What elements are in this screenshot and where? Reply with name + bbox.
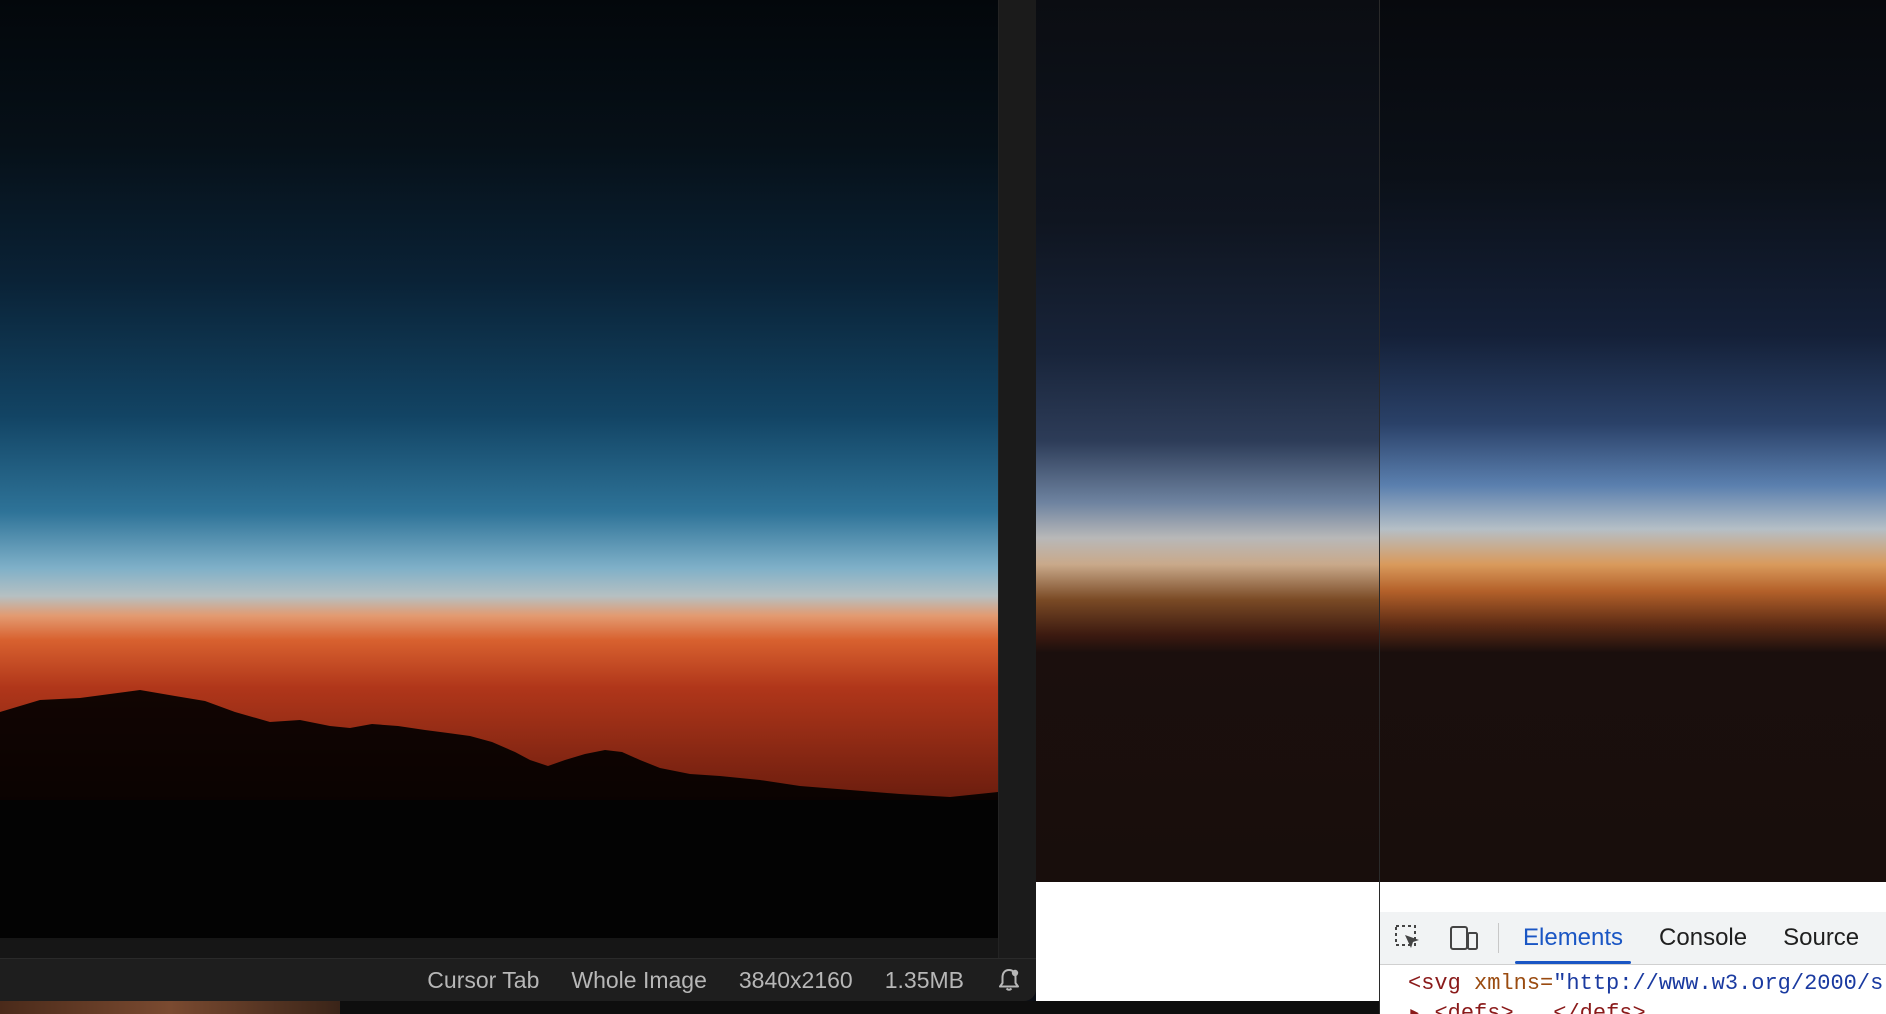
background-photo-thumbnail xyxy=(0,1001,340,1014)
status-dimensions: 3840x2160 xyxy=(738,966,853,993)
dom-line-defs[interactable]: ▸ <defs> … </defs> xyxy=(1408,999,1886,1014)
devtools-toolbar: Elements Console Source xyxy=(1380,912,1886,965)
status-tool[interactable]: Cursor Tab xyxy=(427,967,539,994)
dom-line-svg[interactable]: <svg xmlns="http://www.w3.org/2000/s xyxy=(1408,969,1886,999)
devtools-panel: Elements Console Source <svg xmlns="http… xyxy=(1380,882,1886,1014)
editor-scrollbar[interactable] xyxy=(998,0,1036,958)
preview-image xyxy=(1036,0,1380,882)
code-eq: = xyxy=(1540,971,1554,996)
dom-tree: <svg xmlns="http://www.w3.org/2000/s ▸ <… xyxy=(1380,965,1886,1014)
tab-console[interactable]: Console xyxy=(1641,912,1765,964)
mountain-silhouette xyxy=(0,690,998,938)
device-toolbar-icon[interactable] xyxy=(1436,912,1492,964)
status-file-size: 1.35MB xyxy=(884,966,964,993)
editor-status-bar: Cursor Tab Whole Image 3840x2160 1.35MB xyxy=(0,958,1036,1001)
status-scope[interactable]: Whole Image xyxy=(571,967,707,994)
image-editor-window: Cursor Tab Whole Image 3840x2160 1.35MB xyxy=(0,0,1036,1001)
code-attr: xmlns xyxy=(1474,971,1541,996)
tab-elements[interactable]: Elements xyxy=(1505,912,1641,964)
code-tag: <svg xyxy=(1408,971,1461,996)
bell-icon[interactable] xyxy=(996,967,1022,993)
image-canvas[interactable] xyxy=(0,0,998,938)
preview-blank-area xyxy=(1036,882,1380,1001)
browser-viewport-image xyxy=(1380,0,1886,882)
inspect-element-icon[interactable] xyxy=(1380,912,1436,964)
code-value: "http://www.w3.org/2000/s xyxy=(1553,971,1884,996)
tab-sources[interactable]: Source xyxy=(1765,912,1877,964)
toolbar-separator xyxy=(1498,923,1499,953)
